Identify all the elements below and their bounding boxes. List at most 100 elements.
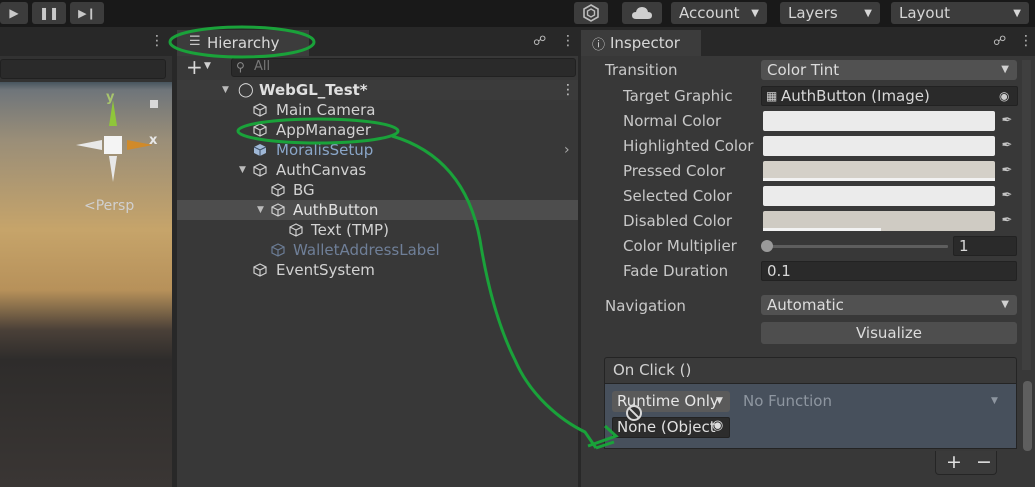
onclick-header-label: On Click () — [613, 361, 692, 379]
hierarchy-item[interactable]: EventSystem — [177, 260, 578, 280]
search-icon: ⚲ — [236, 60, 245, 74]
visualize-button[interactable]: Visualize — [761, 322, 1017, 344]
axis-y-label: y — [106, 90, 115, 105]
search-placeholder: All — [254, 59, 271, 74]
item-label: AppManager — [276, 121, 372, 139]
image-icon: ▦ — [766, 89, 778, 103]
step-button[interactable]: ▶❙ — [70, 2, 104, 24]
layers-label: Layers — [788, 4, 838, 22]
add-listener-button[interactable]: + — [946, 451, 962, 473]
scrollbar-track[interactable] — [1022, 60, 1031, 370]
transition-value: Color Tint — [767, 61, 840, 79]
hierarchy-search-input[interactable]: ⚲ All — [231, 58, 576, 77]
remove-listener-button[interactable]: − — [976, 451, 992, 473]
scrollbar-thumb[interactable] — [1023, 381, 1032, 451]
account-label: Account — [679, 4, 740, 22]
hierarchy-toolbar: + ▼ ⚲ All — [177, 55, 578, 81]
axis-x-label: x — [149, 133, 158, 148]
account-dropdown[interactable]: Account ▼ — [671, 2, 767, 24]
persp-label[interactable]: <Persp — [84, 198, 134, 214]
play-icon: ▶ — [9, 6, 19, 20]
hierarchy-item[interactable]: ▼ AuthCanvas — [177, 160, 578, 180]
layers-dropdown[interactable]: Layers ▼ — [780, 2, 880, 24]
target-graphic-label: Target Graphic — [623, 87, 733, 105]
hierarchy-tab-label: Hierarchy — [207, 34, 280, 52]
hierarchy-item[interactable]: MoralisSetup › — [177, 140, 578, 160]
color-multiplier-input[interactable]: 1 — [953, 236, 1017, 256]
scene-toolbar — [0, 56, 172, 82]
scene-search-field[interactable] — [0, 59, 166, 79]
list-buttons-footer: + − — [935, 451, 997, 475]
chevron-right-icon[interactable]: › — [564, 140, 570, 160]
kebab-menu-icon[interactable]: ⋮ — [1019, 33, 1033, 49]
highlighted-color-swatch[interactable] — [763, 136, 995, 156]
kebab-menu-icon[interactable]: ⋮ — [150, 33, 164, 49]
selected-color-swatch[interactable] — [763, 186, 995, 206]
eyedropper-icon[interactable]: ✒ — [998, 186, 1016, 206]
no-drop-slash — [628, 407, 640, 419]
kebab-menu-icon[interactable]: ⋮ — [561, 80, 575, 100]
item-label: MoralisSetup — [276, 141, 374, 159]
target-graphic-field[interactable]: ▦ AuthButton (Image) ◉ — [761, 86, 1018, 106]
gameobject-icon — [271, 243, 285, 257]
object-picker-icon[interactable]: ◉ — [999, 87, 1009, 105]
collapse-arrow-icon[interactable]: ▼ — [239, 160, 246, 180]
collapse-arrow-icon[interactable]: ▼ — [222, 80, 229, 100]
no-drop-cursor-icon — [626, 405, 642, 421]
pause-button[interactable]: ❚❚ — [32, 2, 66, 24]
layout-label: Layout — [899, 4, 950, 22]
hierarchy-item-selected[interactable]: ▼ AuthButton — [177, 200, 578, 220]
eyedropper-icon[interactable]: ✒ — [998, 211, 1016, 231]
collapse-arrow-icon[interactable]: ▼ — [257, 200, 264, 220]
color-multiplier-value: 1 — [959, 237, 969, 255]
transition-label: Transition — [605, 61, 678, 79]
color-multiplier-slider-thumb[interactable] — [761, 240, 773, 252]
object-picker-icon[interactable]: ◉ — [712, 418, 723, 433]
target-graphic-value: AuthButton (Image) — [781, 87, 930, 105]
visualize-label: Visualize — [855, 324, 923, 342]
collab-button[interactable] — [574, 2, 608, 24]
hierarchy-item[interactable]: Main Camera — [177, 100, 578, 120]
normal-color-label: Normal Color — [623, 112, 722, 130]
kebab-menu-icon[interactable]: ⋮ — [561, 33, 575, 49]
hierarchy-item[interactable]: Text (TMP) — [177, 220, 578, 240]
color-multiplier-slider-track[interactable] — [766, 245, 948, 248]
gameobject-icon — [289, 223, 303, 237]
normal-color-swatch[interactable] — [763, 111, 995, 131]
eyedropper-icon[interactable]: ✒ — [998, 111, 1016, 131]
disabled-color-swatch[interactable] — [763, 211, 995, 231]
scene-root-row[interactable]: ▼ ◯ WebGL_Test* ⋮ — [177, 80, 578, 100]
main-toolbar: ▶ ❚❚ ▶❙ Account ▼ Layers ▼ Layout ▼ — [0, 0, 1035, 27]
chevron-down-icon: ▼ — [716, 396, 723, 406]
lock-icon[interactable]: ☍ — [993, 34, 1006, 49]
gameobject-icon — [253, 263, 267, 277]
tab-hierarchy[interactable]: ☰ Hierarchy — [177, 30, 309, 56]
item-label: Text (TMP) — [311, 221, 389, 239]
hierarchy-item[interactable]: BG — [177, 180, 578, 200]
cloud-icon — [632, 7, 652, 19]
inspector-tab-label: Inspector — [610, 34, 680, 52]
add-icon[interactable]: + — [186, 55, 203, 79]
eyedropper-icon[interactable]: ✒ — [998, 161, 1016, 181]
eyedropper-icon[interactable]: ✒ — [998, 136, 1016, 156]
transition-dropdown[interactable]: Color Tint ▼ — [761, 60, 1017, 80]
tab-inspector[interactable]: ⓘ Inspector — [581, 30, 701, 56]
hierarchy-item[interactable]: AppManager — [177, 120, 578, 140]
play-button[interactable]: ▶ — [0, 2, 28, 24]
function-dropdown[interactable]: No Function ▼ — [737, 391, 1009, 412]
scene-name: WebGL_Test* — [259, 81, 368, 99]
fade-duration-input[interactable]: 0.1 — [761, 261, 1017, 281]
chevron-down-icon[interactable]: ▼ — [204, 61, 211, 71]
step-icon: ▶❙ — [78, 6, 96, 20]
pressed-color-swatch[interactable] — [763, 161, 995, 181]
hierarchy-item[interactable]: WalletAddressLabel — [177, 240, 578, 260]
navigation-dropdown[interactable]: Automatic ▼ — [761, 295, 1017, 315]
lock-icon[interactable]: ☍ — [533, 34, 546, 49]
layout-dropdown[interactable]: Layout ▼ — [891, 2, 1029, 24]
list-icon: ☰ — [189, 34, 201, 49]
item-label: WalletAddressLabel — [293, 241, 440, 259]
disabled-color-label: Disabled Color — [623, 212, 733, 230]
gameobject-icon — [253, 123, 267, 137]
cloud-button[interactable] — [622, 2, 662, 24]
chevron-down-icon: ▼ — [1001, 299, 1009, 310]
